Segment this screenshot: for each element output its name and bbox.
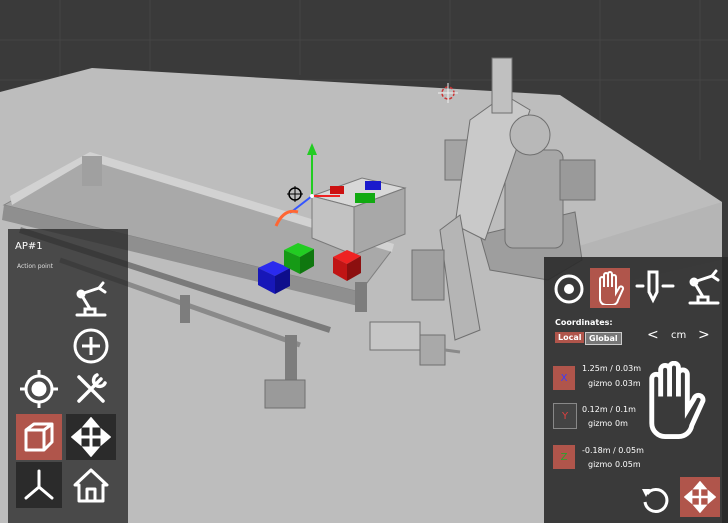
unit-next-button[interactable]: > [698,327,710,343]
unit-prev-button[interactable]: < [647,327,659,343]
hand-icon [649,360,706,440]
local-toggle[interactable]: Local [555,332,585,343]
axis-y-gizmo-label: gizmo [588,419,613,428]
action-point-subtitle: Action point [17,263,53,270]
axis-y-button[interactable]: Y [553,403,577,429]
axis-z-gizmo-value: 0.05m [615,460,641,469]
action-point-title: AP#1 [15,241,43,252]
object-cube-button[interactable] [16,414,62,460]
unit-label: cm [671,330,687,341]
axes-icon [24,469,54,500]
tool-hand[interactable] [590,268,630,308]
tools-icon [77,373,107,403]
cube-icon [24,422,54,452]
tools-button[interactable] [68,366,114,412]
move-arrows-icon [71,417,111,457]
tool-robot-arm[interactable] [684,268,724,308]
pointer-tool-icon [635,270,675,304]
add-button[interactable] [68,323,114,369]
transform-panel: Coordinates: Local Global < cm > X 1.25m… [544,257,728,523]
move-button[interactable] [66,414,116,460]
axis-x-value: 1.25m / 0.03m [582,364,641,373]
move-mode-button[interactable] [680,477,720,517]
hand-grab-button[interactable] [638,360,710,445]
global-toggle[interactable]: Global [585,332,622,345]
tool-pointer[interactable] [635,268,675,308]
focus-target-button[interactable] [16,366,62,412]
home-icon [73,468,109,503]
target-icon [20,370,58,408]
axis-x-gizmo-label: gizmo [588,379,613,388]
move-arrows-icon [684,481,716,513]
axis-y-value: 0.12m / 0.1m [582,405,636,414]
reset-button[interactable] [637,482,673,518]
axis-y-gizmo-value: 0m [615,419,628,428]
action-point-panel: AP#1 Action point [8,229,128,523]
robot-arm-icon [75,281,107,317]
axis-z-value: -0.18m / 0.05m [582,446,644,455]
rotate-reset-icon [642,487,669,513]
tool-target-ring[interactable] [549,269,589,309]
axis-x-gizmo-value: 0.03m [615,379,641,388]
axis-x-button[interactable]: X [553,366,575,390]
axis-z-gizmo-label: gizmo [588,460,613,469]
hand-icon [599,271,625,305]
robot-arm-icon [688,269,720,305]
robot-arm-button[interactable] [68,277,114,323]
add-circle-icon [73,328,109,364]
home-button[interactable] [68,462,114,508]
target-ring-icon [554,274,584,304]
coordinates-label: Coordinates: [555,318,613,327]
axes-button[interactable] [16,462,62,508]
axis-z-button[interactable]: Z [553,445,575,469]
